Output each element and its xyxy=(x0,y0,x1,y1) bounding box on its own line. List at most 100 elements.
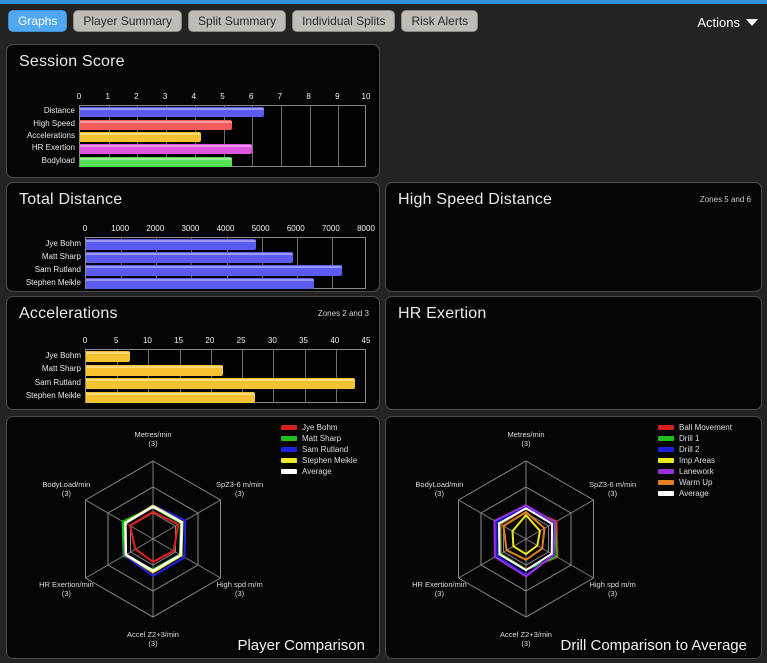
radar-axis-label: Metres/min (3) xyxy=(507,430,545,449)
radar-spoke xyxy=(525,538,594,579)
axis-tick-label: 9 xyxy=(335,92,340,101)
radar-axis-label: BodyLoad/min (3) xyxy=(415,480,464,499)
axis-tick-label: 5 xyxy=(220,92,225,101)
panel-session-score: Session Score Distance High Speed Accelera… xyxy=(6,44,380,178)
legend-item[interactable]: Drill 1 xyxy=(658,433,732,444)
legend-item[interactable]: Matt Sharp xyxy=(281,433,357,444)
tab-label: Risk Alerts xyxy=(411,14,469,28)
tab-label: Split Summary xyxy=(198,14,277,28)
chart-hr_exertion: Jye BohmMatt SharpSam RutlandStephen Mei… xyxy=(386,297,761,409)
legend-color-swatch xyxy=(658,447,674,452)
radar-axis-label: High spd m/m (3) xyxy=(216,580,263,599)
legend-label: Jye Bohm xyxy=(302,422,338,432)
category-label: Matt Sharp xyxy=(41,251,81,261)
legend-player_comparison: Jye Bohm Matt Sharp Sam Rutland Stephen Mei… xyxy=(281,422,357,477)
axis-tick-label: 5000 xyxy=(251,224,270,233)
bar xyxy=(86,278,315,289)
axis-tick-label: 2000 xyxy=(146,224,165,233)
axis-tick-label: 3 xyxy=(162,92,168,101)
bar xyxy=(80,119,233,130)
axis-tick-label: 1 xyxy=(105,92,110,101)
legend-label: Drill 1 xyxy=(679,433,700,443)
legend-item[interactable]: Sam Rutland xyxy=(281,444,357,455)
category-label: High Speed xyxy=(33,118,75,128)
legend-item[interactable]: Stephen Meikle xyxy=(281,455,357,466)
axis-tick-label: 0 xyxy=(82,224,88,233)
gridline xyxy=(304,350,306,402)
legend-label: Imp Areas xyxy=(679,455,716,465)
legend-item[interactable]: Warm Up xyxy=(658,477,732,488)
axis-tick-label: 6000 xyxy=(286,224,305,233)
tab-split-summary[interactable]: Split Summary xyxy=(188,10,287,32)
dashboard-root: Graphs Player Summary Split Summary Individ… xyxy=(0,0,767,663)
legend-color-swatch xyxy=(658,458,674,463)
legend-item[interactable]: Jye Bohm xyxy=(281,422,357,433)
gridline xyxy=(280,106,282,166)
tab-player-summary[interactable]: Player Summary xyxy=(73,10,183,32)
bar xyxy=(86,252,294,263)
legend-color-swatch xyxy=(658,469,674,474)
legend-color-swatch xyxy=(281,447,297,452)
panel-accelerations: Accelerations Zones 2 and 3 Jye Bohm Matt… xyxy=(6,296,380,410)
legend-item[interactable]: Drill 2 xyxy=(658,444,732,455)
axis-tick-label: 15 xyxy=(174,336,184,345)
axis-tick-label: 0 xyxy=(76,92,82,101)
legend-label: Average xyxy=(679,488,709,498)
legend-color-swatch xyxy=(658,491,674,496)
bar xyxy=(86,351,130,363)
legend-item[interactable]: Average xyxy=(281,466,357,477)
tab-label: Graphs xyxy=(18,14,58,28)
category-label: Stephen Meikle xyxy=(25,277,81,287)
bar xyxy=(86,391,255,403)
radar-spoke xyxy=(458,499,527,540)
axis-tick-label: 10 xyxy=(361,92,371,101)
tab-list: Graphs Player Summary Split Summary Individ… xyxy=(8,10,479,32)
legend-item[interactable]: Imp Areas xyxy=(658,455,732,466)
axis-tick-label: 3000 xyxy=(181,224,200,233)
legend-item[interactable]: Ball Movement xyxy=(658,422,732,433)
axis-tick-label: 5 xyxy=(113,336,119,345)
tab-individual-splits[interactable]: Individual Splits xyxy=(292,10,396,32)
gridline xyxy=(335,350,337,402)
legend-color-swatch xyxy=(658,425,674,430)
axis-tick-label: 30 xyxy=(267,336,277,345)
radar-spoke xyxy=(525,499,594,540)
legend-item[interactable]: Lanework xyxy=(658,466,732,477)
category-label: Stephen Meikle xyxy=(25,391,81,401)
plot-area xyxy=(79,105,366,167)
actions-menu[interactable]: Actions xyxy=(697,15,758,30)
bar xyxy=(80,132,201,142)
legend-label: Matt Sharp xyxy=(302,433,342,443)
tab-label: Individual Splits xyxy=(302,14,386,28)
category-label: Jye Bohm xyxy=(45,238,81,248)
tab-graphs[interactable]: Graphs xyxy=(8,10,68,32)
legend-color-swatch xyxy=(658,436,674,441)
axis-tick-label: 20 xyxy=(205,336,215,345)
category-label: Jye Bohm xyxy=(45,350,81,360)
panel-hr-exertion: HR Exertion Jye BohmMatt SharpSam Rutlan… xyxy=(385,296,762,410)
axis-tick-label: 25 xyxy=(236,336,246,345)
category-label: Matt Sharp xyxy=(41,364,81,374)
axis-tick-label: 6 xyxy=(248,92,254,101)
gridline xyxy=(331,238,333,288)
axis-tick-label: 2 xyxy=(134,92,139,101)
legend-label: Drill 2 xyxy=(679,444,700,454)
category-label: HR Exertion xyxy=(31,143,75,153)
radar-axis-label: Metres/min (3) xyxy=(134,430,172,449)
category-label: Sam Rutland xyxy=(34,264,81,274)
axis-tick-label: 45 xyxy=(361,336,371,345)
axis-tick-label: 1000 xyxy=(111,224,130,233)
bar xyxy=(80,144,253,155)
tab-bar: Graphs Player Summary Split Summary Individ… xyxy=(0,4,767,38)
tab-label: Player Summary xyxy=(83,14,173,28)
panel-high-speed-distance: High Speed Distance Zones 5 and 6 Jye Bo… xyxy=(385,182,762,292)
tab-risk-alerts[interactable]: Risk Alerts xyxy=(401,10,479,32)
actions-label: Actions xyxy=(697,15,740,30)
radar-axis-label: HR Exertion/min (3) xyxy=(412,580,467,599)
legend-color-swatch xyxy=(281,425,297,430)
legend-color-swatch xyxy=(281,469,297,474)
bar xyxy=(86,239,257,250)
axis-tick-label: 8 xyxy=(306,92,311,101)
legend-item[interactable]: Average xyxy=(658,488,732,499)
radar-axis-label: HR Exertion/min (3) xyxy=(39,580,94,599)
